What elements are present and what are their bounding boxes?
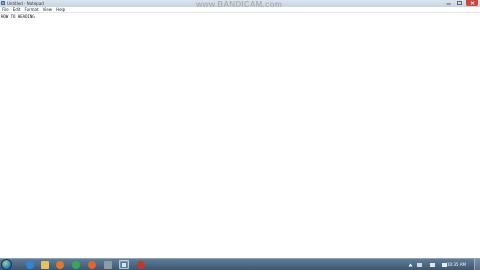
- network-icon[interactable]: [430, 263, 435, 267]
- system-clock[interactable]: 10:35 AM: [447, 259, 466, 270]
- title-bar: Untitled - Notepad www.BANDICAM.com: [0, 0, 480, 9]
- action-center-icon[interactable]: [417, 263, 422, 267]
- ie-icon[interactable]: [26, 261, 34, 269]
- close-button[interactable]: [466, 0, 478, 6]
- notepad-app-icon: [1, 1, 5, 5]
- menu-file[interactable]: File: [0, 7, 11, 12]
- explorer-icon[interactable]: [41, 261, 49, 269]
- minimize-button[interactable]: [444, 0, 453, 6]
- window-controls: [444, 0, 478, 6]
- firefox-icon[interactable]: [88, 261, 96, 269]
- maximize-button[interactable]: [455, 0, 464, 6]
- close-icon: [470, 1, 474, 5]
- bandicam-icon[interactable]: [137, 261, 145, 269]
- maximize-icon: [457, 1, 462, 5]
- chrome-icon[interactable]: [72, 261, 80, 269]
- app-icon[interactable]: [104, 261, 112, 269]
- show-hidden-icons-icon[interactable]: [408, 263, 413, 267]
- menu-edit[interactable]: Edit: [11, 7, 23, 12]
- window-title: Untitled - Notepad: [7, 1, 44, 6]
- text-editor-area[interactable]: HOW TO HEADING: [0, 13, 480, 258]
- minimize-icon: [446, 3, 451, 5]
- media-player-icon[interactable]: [56, 261, 64, 269]
- taskbar: 10:35 AM: [0, 258, 480, 270]
- notepad-taskbar-button[interactable]: [119, 260, 129, 269]
- editor-content[interactable]: HOW TO HEADING: [1, 14, 35, 19]
- start-button[interactable]: [1, 259, 12, 270]
- show-desktop-button[interactable]: [474, 259, 480, 270]
- menu-format[interactable]: Format: [22, 7, 40, 12]
- notepad-icon: [121, 262, 127, 268]
- menu-view[interactable]: View: [41, 7, 55, 12]
- menu-help[interactable]: Help: [54, 7, 67, 12]
